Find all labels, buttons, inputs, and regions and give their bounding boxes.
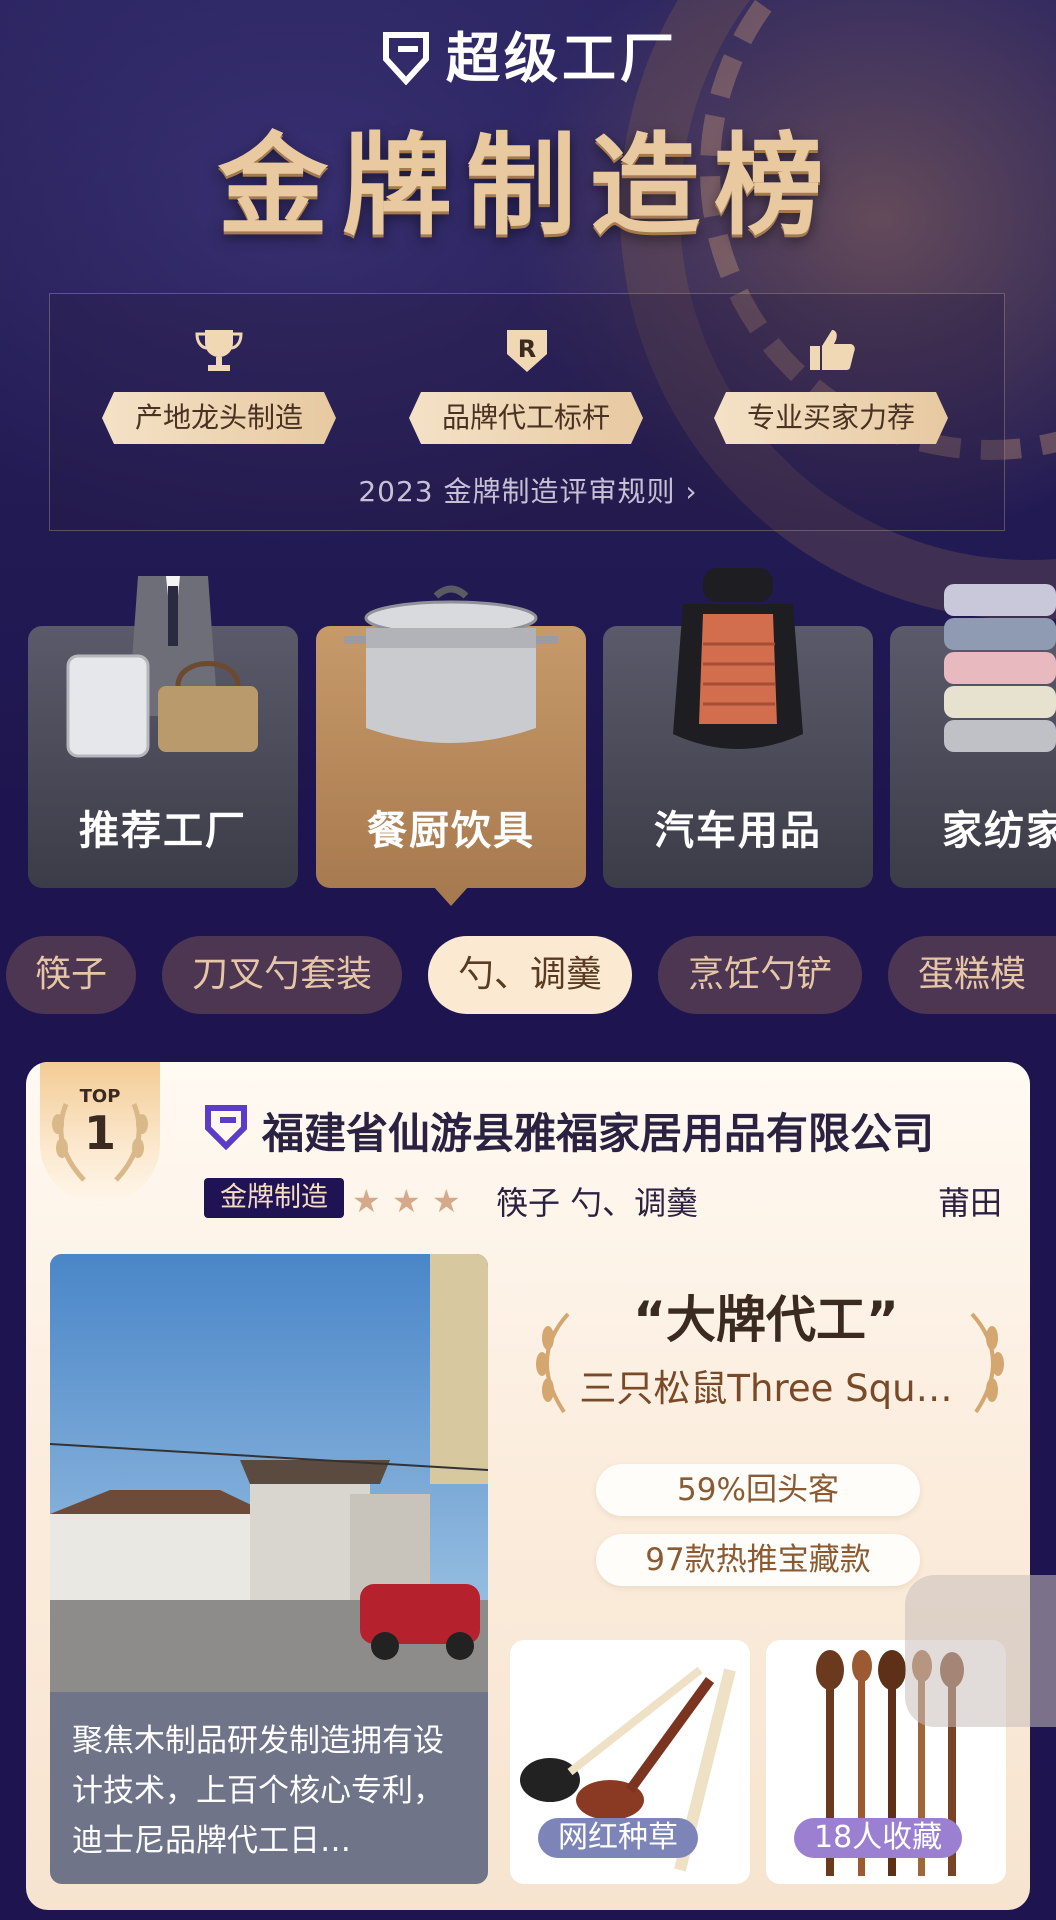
verified-factory-icon [205, 1105, 247, 1150]
rules-link[interactable]: 2023 金牌制造评审规则 › [50, 470, 1006, 510]
badge-leading-manufacturer: 产地龙头制造 [102, 392, 336, 444]
chip-spoons[interactable]: 勺、调羹 [428, 936, 632, 1014]
brand-logo: 超级工厂 [0, 14, 1056, 93]
rating-star-icon: ★ [432, 1182, 461, 1220]
chip-cooking-utensils[interactable]: 烹饪勺铲 [658, 936, 862, 1014]
badge-buyer-recommended: 专业买家力荐 [714, 392, 948, 444]
floating-action-button[interactable] [905, 1575, 1056, 1727]
factory-card[interactable]: TOP 1 福建省仙游县雅福家居用品有限公司 金牌制造 ★ ★ ★ 筷子 勺、调… [26, 1062, 1030, 1910]
hot-product-stat: 97款热推宝藏款 [596, 1534, 920, 1586]
quote-brand: 三只松鼠Three Squ… [579, 1367, 953, 1410]
category-label: 餐厨饮具 [367, 808, 535, 854]
rank-number: 1 [83, 1106, 116, 1160]
thumb-tag: 网红种草 [538, 1818, 698, 1858]
stockpot-icon [344, 585, 558, 743]
thumb-tag: 18人收藏 [794, 1818, 963, 1858]
active-category-pointer [433, 886, 469, 906]
category-card-auto[interactable]: 汽车用品 [603, 568, 873, 888]
factory-region: 莆田 [937, 1184, 1002, 1222]
repeat-buyer-stat: 59%回头客 [596, 1464, 920, 1516]
quote-title: “大牌代工” [633, 1291, 899, 1349]
category-card-recommended[interactable]: 推荐工厂 [28, 576, 298, 888]
company-name[interactable]: 福建省仙游县雅福家居用品有限公司 [262, 1100, 934, 1161]
badge-brand-oem: 品牌代工标杆 [409, 392, 643, 444]
category-card-home-textile[interactable]: 家纺家 [890, 584, 1056, 888]
factory-description: 聚焦木制品研发制造拥有设计技术，上百个核心专利，迪士尼品牌代工日… [72, 1723, 444, 1859]
brand-oem-quote: “大牌代工” 三只松鼠Three Squ… [526, 1280, 1006, 1412]
rank-top-label: TOP [79, 1086, 121, 1107]
diamond-logo-icon [383, 32, 429, 85]
suit-luggage-icon [66, 576, 258, 758]
rules-box: R 产地龙头制造 品牌代工标杆 专业买家力荐 2023 金牌制造评审规则 › [49, 293, 1005, 531]
product-thumbnail[interactable]: 网红种草 [510, 1640, 750, 1884]
category-card-kitchenware[interactable]: 餐厨饮具 [316, 585, 586, 888]
chip-cutlery-set[interactable]: 刀叉勺套装 [162, 936, 402, 1014]
trophy-icon [195, 330, 243, 371]
chip-chopsticks[interactable]: 筷子 [6, 936, 136, 1014]
thumbs-up-icon [810, 330, 855, 370]
category-label: 汽车用品 [654, 808, 822, 854]
car-seat-icon [673, 568, 803, 749]
registered-shield-icon: R [507, 330, 547, 372]
chip-cake-mold[interactable]: 蛋糕模 [888, 936, 1056, 1014]
category-label: 推荐工厂 [79, 808, 247, 854]
factory-building-image [50, 1254, 488, 1692]
towels-icon [944, 584, 1056, 752]
svg-text:R: R [518, 335, 536, 363]
rank-medal: TOP 1 [40, 1062, 160, 1204]
rating-star-icon: ★ [352, 1182, 381, 1220]
gold-manufacturing-tag: 金牌制造 [204, 1178, 344, 1218]
factory-photo[interactable]: 聚焦木制品研发制造拥有设计技术，上百个核心专利，迪士尼品牌代工日… [50, 1254, 488, 1884]
category-label: 家纺家 [942, 808, 1056, 854]
rating-star-icon: ★ [392, 1182, 421, 1220]
factory-categories: 筷子 勺、调羹 [496, 1184, 699, 1222]
brand-name: 超级工厂 [446, 27, 678, 90]
page-title: 金牌制造榜 [218, 122, 838, 250]
